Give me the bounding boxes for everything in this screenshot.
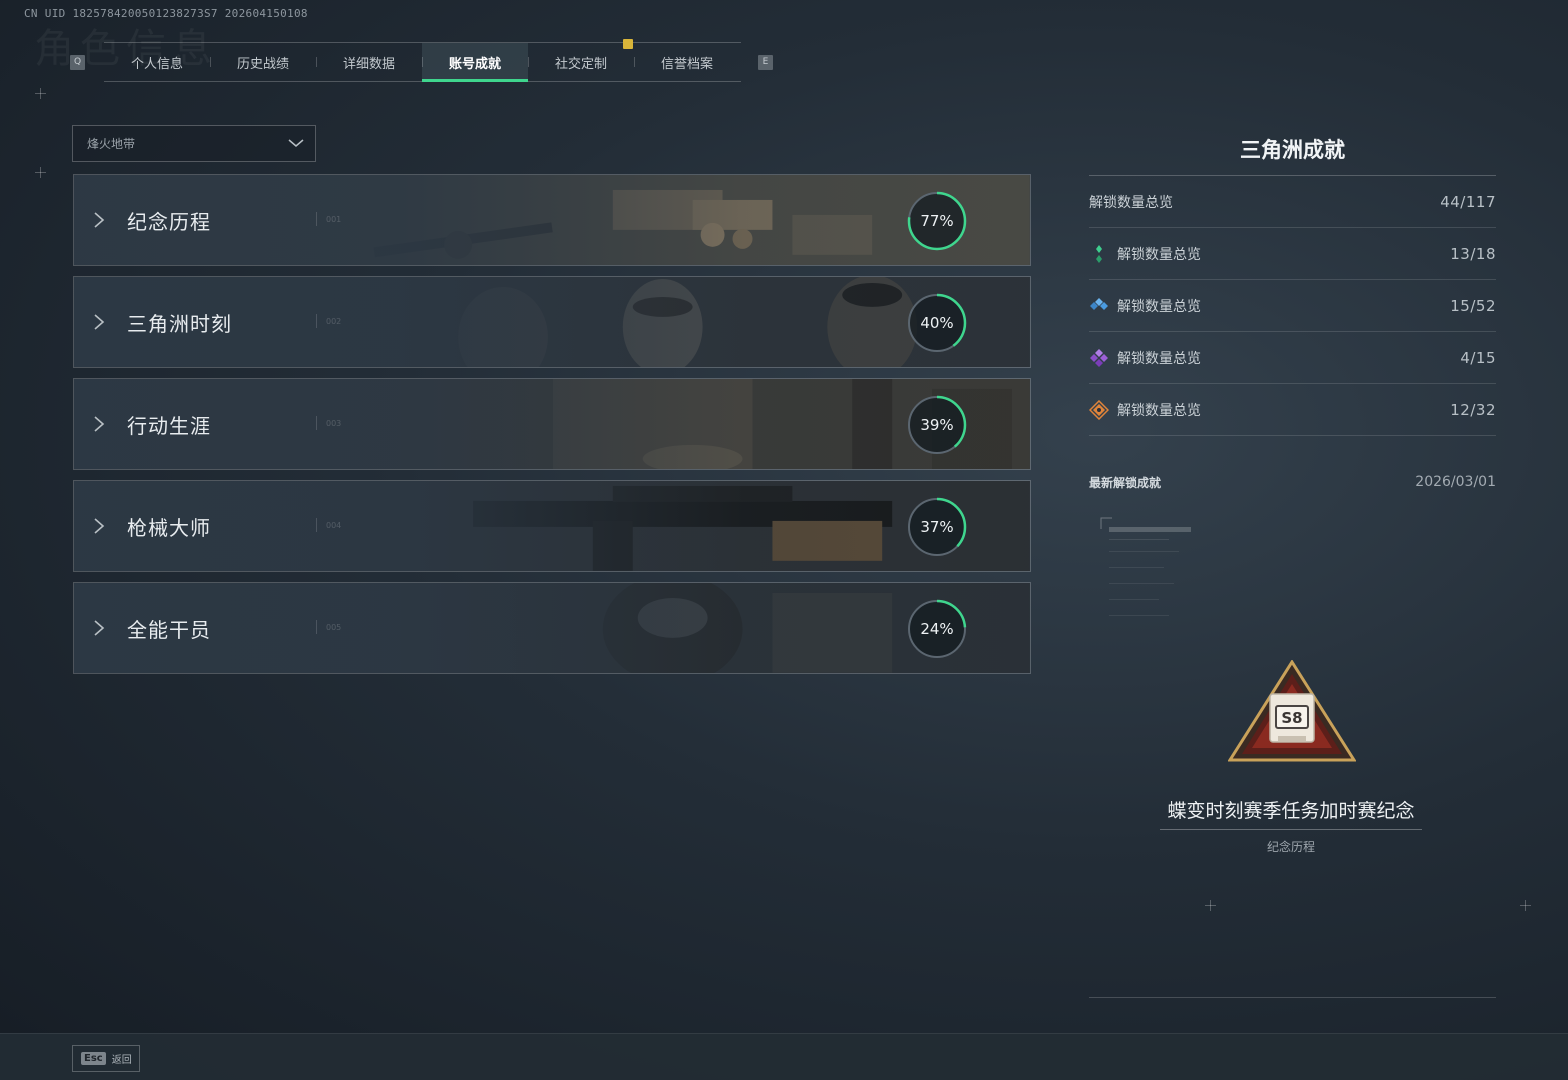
category-number: 003 [326,419,342,428]
dropdown-value: 烽火地带 [87,137,136,151]
progress-percent: 77% [920,212,954,230]
divider [1089,997,1496,998]
category-label: 纪念历程 [127,210,211,234]
progress-percent: 40% [920,314,954,332]
achievement-summary-panel: 三角洲成就 解锁数量总览 44/117 解锁数量总览 13/18 解锁数量总览 … [1089,130,1496,436]
chevron-right-icon [94,212,105,228]
achievement-badge-icon[interactable]: S8 [1228,660,1356,764]
category-list: 纪念历程 001 77% 三角洲时刻 002 40% 行动生涯 003 39% … [73,174,1031,684]
green-gem-icon [1096,244,1102,263]
decorative-lines [1100,517,1191,616]
crosshair-deco [1520,900,1531,911]
esc-key-icon: Esc [81,1052,106,1065]
chevron-right-icon [94,416,105,432]
chevron-down-icon [288,139,304,147]
category-row-delta-moments[interactable]: 三角洲时刻 002 40% [73,276,1031,368]
e-key-hint[interactable]: E [758,55,773,70]
tab-reputation[interactable]: 信誉档案 [634,43,740,81]
stat-value: 13/18 [1450,244,1496,263]
stat-label: 解锁数量总览 [1117,246,1201,263]
crosshair-deco [35,167,46,178]
progress-percent: 39% [920,416,954,434]
latest-achievement-header: 最新解锁成就 2026/03/01 [1089,474,1496,491]
category-number: 001 [326,215,342,224]
orange-gem-icon [1089,399,1109,420]
notification-dot-icon [623,39,633,49]
achievement-category: 纪念历程 [1266,840,1315,854]
stat-row-blue: 解锁数量总览 15/52 [1089,280,1496,332]
tab-social[interactable]: 社交定制 [528,43,634,81]
achievement-name: 蝶变时刻赛季任务加时赛纪念 [1160,796,1422,830]
stat-label: 解锁数量总览 [1117,298,1201,315]
stat-label: 解锁数量总览 [1117,402,1201,419]
q-key-hint[interactable]: Q [70,55,85,70]
tab-achievements[interactable]: 账号成就 [422,43,528,82]
tab-personal-info[interactable]: 个人信息 [104,43,210,81]
mode-dropdown[interactable]: 烽火地带 [72,125,316,162]
category-label: 枪械大师 [127,516,211,540]
category-row-gun-master[interactable]: 枪械大师 004 37% [73,480,1031,572]
stat-value: 12/32 [1450,400,1496,419]
stat-value: 15/52 [1450,296,1496,315]
latest-date: 2026/03/01 [1415,474,1496,490]
category-number: 005 [326,623,342,632]
tab-detailed-data[interactable]: 详细数据 [316,43,422,81]
category-row-memorial[interactable]: 纪念历程 001 77% [73,174,1031,266]
category-number: 002 [326,317,342,326]
category-number: 004 [326,521,342,530]
stat-value: 44/117 [1440,192,1496,211]
stat-row-purple: 解锁数量总览 4/15 [1089,332,1496,384]
stat-row-total: 解锁数量总览 44/117 [1089,176,1496,228]
tab-history[interactable]: 历史战绩 [210,43,316,81]
footer-bar: Esc 返回 [0,1033,1568,1080]
stat-label: 解锁数量总览 [1117,350,1201,367]
crosshair-deco [1205,900,1216,911]
category-label: 全能干员 [127,618,211,642]
back-button[interactable]: Esc 返回 [72,1045,140,1072]
progress-percent: 37% [920,518,954,536]
back-label: 返回 [111,1055,132,1066]
category-row-all-round-operator[interactable]: 全能干员 005 24% [73,582,1031,674]
crosshair-deco [35,88,46,99]
stat-row-green: 解锁数量总览 13/18 [1089,228,1496,280]
purple-gem-icon [1090,348,1108,367]
category-label: 三角洲时刻 [127,312,232,336]
latest-label: 最新解锁成就 [1089,476,1162,490]
stat-label: 解锁数量总览 [1089,194,1173,211]
chevron-right-icon [94,314,105,330]
stat-value: 4/15 [1460,348,1496,367]
panel-title: 三角洲成就 [1089,130,1496,176]
badge-label: S8 [1281,709,1302,727]
blue-gem-icon [1090,297,1108,310]
chevron-right-icon [94,620,105,636]
category-label: 行动生涯 [127,414,211,438]
chevron-right-icon [94,518,105,534]
stat-row-orange: 解锁数量总览 12/32 [1089,384,1496,436]
category-row-career[interactable]: 行动生涯 003 39% [73,378,1031,470]
progress-percent: 24% [920,620,954,638]
